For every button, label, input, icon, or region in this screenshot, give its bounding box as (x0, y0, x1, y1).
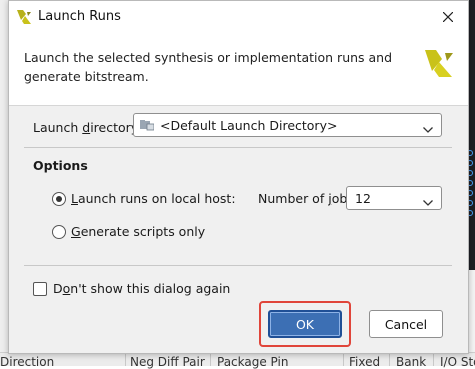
launch-runs-dialog: Launch Runs Launch the selected synthesi… (8, 0, 469, 354)
column-header[interactable]: Bank (396, 355, 426, 369)
scripts-only-radio[interactable] (52, 225, 66, 239)
number-of-jobs-value: 12 (355, 191, 371, 206)
dialog-header: Launch the selected synthesis or impleme… (9, 32, 468, 106)
number-of-jobs-label: Number of jobs: (258, 191, 359, 206)
folder-icon (140, 119, 155, 134)
dialog-description: Launch the selected synthesis or impleme… (24, 50, 393, 84)
vivado-brand-icon (422, 47, 454, 82)
ok-button[interactable]: OK (268, 310, 342, 338)
dont-show-label[interactable]: Don't show this dialog again (53, 281, 230, 296)
column-header[interactable]: Neg Diff Pair (130, 355, 205, 369)
number-of-jobs-dropdown[interactable]: 12 (346, 186, 442, 210)
vivado-logo-icon (17, 10, 31, 27)
launch-directory-dropdown[interactable]: <Default Launch Directory> (133, 113, 442, 137)
scripts-only-label[interactable]: Generate scripts only (71, 224, 205, 239)
column-header[interactable]: Fixed (349, 355, 380, 369)
column-header[interactable]: Package Pin (217, 355, 288, 369)
separator (24, 147, 452, 148)
column-header[interactable]: I/O Std (440, 355, 475, 369)
options-heading: Options (33, 158, 88, 173)
chevron-down-icon (423, 121, 433, 136)
background-table-header: Direction Neg Diff Pair Package Pin Fixe… (0, 352, 475, 369)
close-icon[interactable] (428, 1, 468, 32)
cancel-button[interactable]: Cancel (369, 310, 443, 338)
column-header[interactable]: Direction (0, 355, 54, 369)
launch-directory-value: <Default Launch Directory> (160, 118, 338, 133)
title-bar[interactable]: Launch Runs (9, 1, 468, 32)
separator (24, 265, 452, 266)
dont-show-checkbox[interactable] (33, 282, 47, 296)
local-host-radio[interactable] (52, 192, 66, 206)
chevron-down-icon (423, 194, 433, 209)
launch-directory-label: Launch directory: (33, 120, 142, 135)
window-title: Launch Runs (38, 9, 121, 24)
local-host-label[interactable]: Launch runs on local host: (71, 191, 236, 206)
